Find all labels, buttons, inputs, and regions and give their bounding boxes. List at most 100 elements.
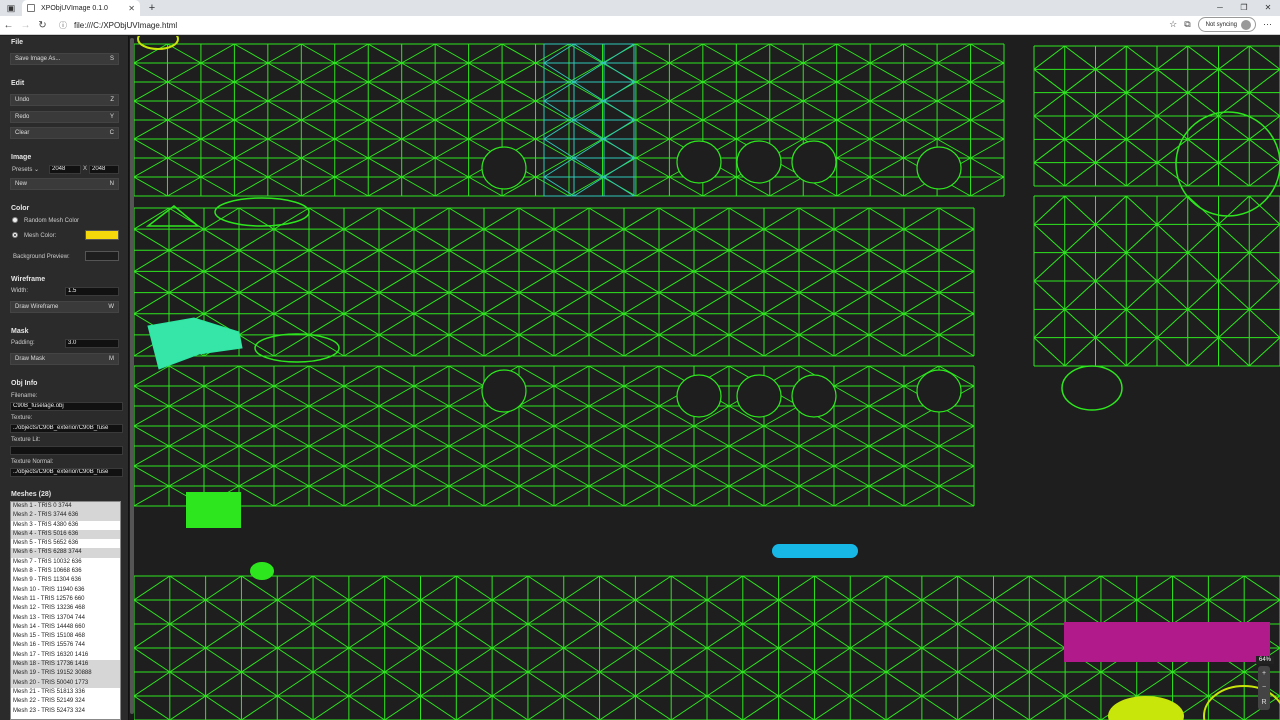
new-image-label: New (15, 181, 28, 187)
image-height-input[interactable]: 2048 (89, 165, 119, 174)
island-mesh-small (250, 562, 274, 580)
mesh-list-item[interactable]: Mesh 4 - TRIS 5016 636 (11, 529, 120, 540)
mesh-list-item[interactable]: Mesh 14 - TRIS 14448 660 (11, 623, 120, 632)
redo-shortcut: Y (109, 114, 114, 120)
back-icon[interactable]: ← (0, 20, 17, 31)
image-width-input[interactable]: 2048 (49, 165, 81, 174)
texture-label: Texture: (11, 415, 33, 421)
edit-section-title: Edit (11, 80, 25, 87)
filename-field[interactable]: C90B_fuselage.obj (10, 402, 123, 411)
mesh-list-item[interactable]: Mesh 3 - TRIS 4380 636 (11, 521, 120, 530)
undo-label: Undo (15, 97, 30, 103)
wire-width-label: Width: (11, 288, 29, 294)
new-image-button[interactable]: New N (10, 178, 119, 190)
profile-avatar (1241, 19, 1251, 30)
close-window-icon[interactable]: ✕ (1256, 0, 1280, 16)
mesh-list-item[interactable]: Mesh 15 - TRIS 15108 468 (11, 632, 120, 641)
mesh-list-item[interactable]: Mesh 17 - TRIS 16320 1416 (11, 651, 120, 660)
dimension-separator: X (83, 166, 88, 172)
url-text: file:///C:/XPObjUVImage.html (74, 20, 178, 30)
presets-label: Presets (12, 167, 33, 173)
new-tab-icon[interactable]: + (144, 2, 160, 14)
clear-shortcut: C (109, 130, 114, 136)
window-cutout (736, 140, 782, 184)
draw-wireframe-button[interactable]: Draw Wireframe W (10, 301, 119, 313)
collections-icon[interactable]: ⧉ (1184, 19, 1190, 30)
mesh-list-item[interactable]: Mesh 7 - TRIS 10032 636 (11, 558, 120, 567)
favorites-star-icon[interactable]: ☆ (1169, 19, 1177, 30)
tab-title: XPObjUVImage 0.1.0 (41, 4, 108, 12)
texture-lit-field[interactable] (10, 446, 123, 455)
mask-section-title: Mask (11, 328, 29, 335)
window-menu-icon[interactable]: ▣ (0, 0, 22, 16)
url-field[interactable]: ⓘ file:///C:/XPObjUVImage.html (59, 20, 177, 31)
redo-label: Redo (15, 114, 30, 120)
padding-label: Padding: (11, 340, 35, 346)
mesh-list-item[interactable]: Mesh 20 - TRIS 50040 1773 (11, 678, 120, 688)
draw-mask-button[interactable]: Draw Mask M (10, 353, 119, 365)
image-section-title: Image (11, 154, 32, 161)
window-cutout (791, 374, 837, 418)
padding-input[interactable]: 3.0 (65, 339, 119, 348)
mesh-list-item[interactable]: Mesh 1 - TRIS 0 3744 (11, 502, 120, 512)
mesh-list-item[interactable]: Mesh 19 - TRIS 19152 30888 (11, 669, 120, 679)
mesh-list-item[interactable]: Mesh 2 - TRIS 3744 636 (11, 511, 120, 521)
mesh-list-item[interactable]: Mesh 5 - TRIS 5652 636 (11, 539, 120, 548)
redo-button[interactable]: Redo Y (10, 111, 119, 123)
mesh-list-item[interactable]: Mesh 6 - TRIS 6288 3744 (11, 548, 120, 558)
reset-view-icon[interactable]: R (1261, 699, 1266, 706)
background-preview-label: Background Preview: (13, 254, 70, 260)
mesh-list-item[interactable]: Mesh 11 - TRIS 12576 660 (11, 595, 120, 604)
meshes-section-title: Meshes (28) (11, 491, 52, 498)
objinfo-section-title: Obj Info (11, 380, 38, 387)
mesh-color-swatch[interactable] (85, 230, 119, 240)
mesh-list-item[interactable]: Mesh 23 - TRIS 52473 324 (11, 707, 120, 716)
mesh-list-item[interactable]: Mesh 18 - TRIS 17736 1416 (11, 660, 120, 670)
texture-field[interactable]: ../objects/C90B_exterior/C90B_fuse (10, 424, 123, 433)
clear-label: Clear (15, 130, 30, 136)
clear-button[interactable]: Clear C (10, 127, 119, 139)
restore-icon[interactable]: ❐ (1232, 0, 1256, 16)
mesh-list-item[interactable]: Mesh 21 - TRIS 51813 336 (11, 688, 120, 697)
close-tab-icon[interactable]: ✕ (128, 4, 135, 13)
island-mesh-cyan (147, 317, 243, 370)
island-mesh-blue (772, 544, 858, 558)
background-color-swatch[interactable] (85, 251, 119, 261)
more-menu-icon[interactable]: ⋯ (1263, 19, 1272, 30)
mesh-list-item[interactable]: Mesh 8 - TRIS 10668 636 (11, 567, 120, 576)
presets-dropdown[interactable]: Presets ⌄ (12, 166, 39, 173)
mesh-list-item[interactable]: Mesh 22 - TRIS 52149 324 (11, 697, 120, 706)
zoom-in-icon[interactable]: + (1262, 670, 1266, 677)
island-mesh (254, 333, 340, 363)
mesh-color-radio[interactable] (12, 232, 18, 238)
site-info-icon[interactable]: ⓘ (59, 20, 67, 31)
save-shortcut: S (109, 56, 114, 62)
browser-tab[interactable]: XPObjUVImage 0.1.0 ✕ (22, 0, 140, 16)
forward-icon[interactable]: → (17, 20, 34, 31)
mesh-list-item[interactable]: Mesh 9 - TRIS 11304 636 (11, 576, 120, 585)
new-image-shortcut: N (109, 181, 114, 187)
mesh-list-item[interactable]: Mesh 10 - TRIS 11940 636 (11, 586, 120, 595)
sync-button[interactable]: Not syncing (1197, 17, 1256, 32)
undo-button[interactable]: Undo Z (10, 94, 119, 106)
file-section-title: File (11, 39, 24, 46)
uv-wireframe-canvas[interactable] (134, 36, 1280, 720)
save-image-button[interactable]: Save Image As... S (10, 53, 119, 65)
draw-mask-label: Draw Mask (15, 356, 46, 362)
refresh-icon[interactable]: ↻ (34, 20, 51, 31)
minimize-icon[interactable]: ─ (1208, 0, 1232, 16)
round-mesh (1175, 111, 1280, 217)
zoom-out-icon[interactable]: − (1262, 684, 1266, 691)
mesh-list-item[interactable]: Mesh 16 - TRIS 15576 744 (11, 641, 120, 650)
mesh-list[interactable]: Mesh 1 - TRIS 0 3744 Mesh 2 - TRIS 3744 6… (10, 501, 121, 720)
mesh-list-item[interactable]: Mesh 13 - TRIS 13704 744 (11, 614, 120, 623)
uv-viewport[interactable]: 64% + − R (134, 36, 1280, 720)
random-color-radio[interactable] (12, 217, 18, 223)
texture-normal-field[interactable]: ../objects/C90B_exterior/C90B_fuse (10, 468, 123, 477)
draw-mask-shortcut: M (109, 356, 114, 362)
island-mesh-solid (186, 492, 241, 528)
texture-lit-label: Texture Lit: (11, 437, 41, 443)
window-cutout (916, 369, 962, 413)
mesh-list-item[interactable]: Mesh 12 - TRIS 13236 468 (11, 604, 120, 613)
wire-width-input[interactable]: 1.5 (65, 287, 119, 296)
